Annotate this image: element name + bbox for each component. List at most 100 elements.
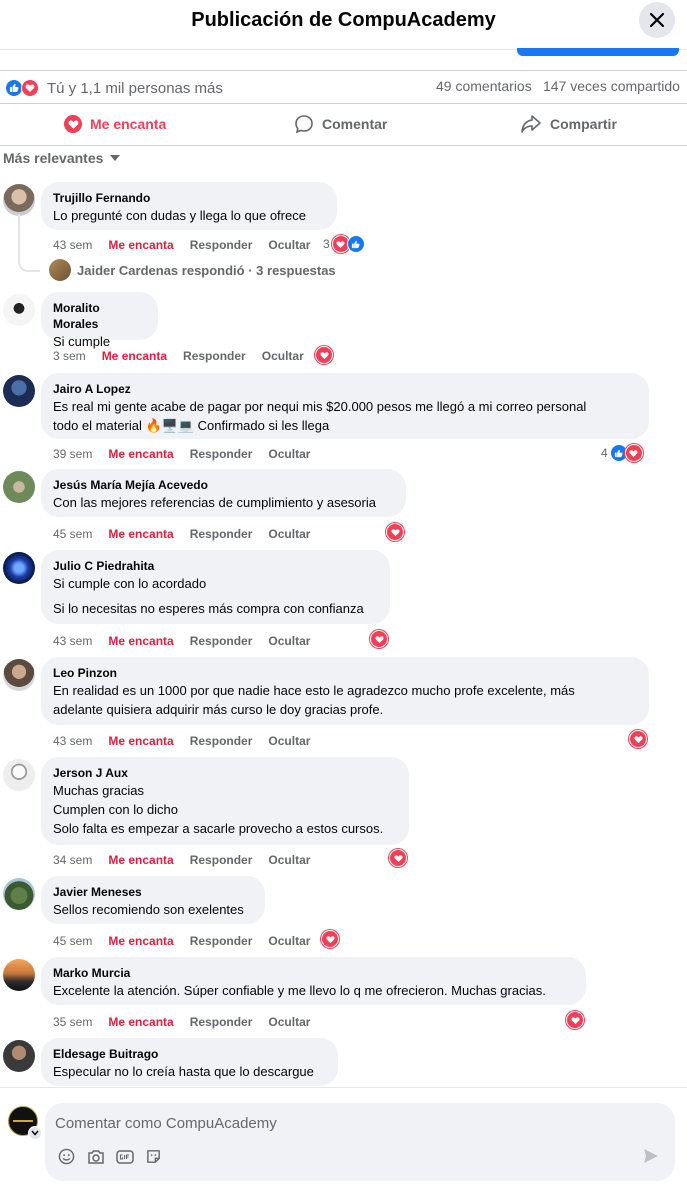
love-icon [389,849,407,867]
comment-hide-button[interactable]: Ocultar [268,527,310,541]
sticker-icon[interactable] [144,1147,163,1166]
avatar[interactable] [3,659,35,691]
comment-time[interactable]: 34 sem [53,853,92,867]
share-button[interactable]: Compartir [520,104,617,144]
avatar[interactable] [3,294,35,326]
comment-reactions[interactable] [386,523,404,541]
comment-hide-button[interactable]: Ocultar [268,853,310,867]
sort-dropdown[interactable]: Más relevantes [3,150,121,166]
comment-text: todo el material 🔥🖥️💻 Confirmado si les … [53,418,330,433]
comment-reactions[interactable]: 4 [601,444,643,462]
comments-count[interactable]: 49 comentarios [436,78,532,94]
comment-time[interactable]: 43 sem [53,634,92,648]
comment-love-button[interactable]: Me encanta [108,734,173,748]
shares-count[interactable]: 147 veces compartido [543,78,680,94]
comment-hide-button[interactable]: Ocultar [268,447,310,461]
close-button[interactable] [639,2,675,38]
post-header: Publicación de CompuAcademy [0,0,687,50]
love-icon [624,444,643,462]
comment-author[interactable]: Marko Murcia [53,965,574,981]
comment-meta: 34 sem Me encanta Responder Ocultar [53,853,310,867]
primary-button-edge[interactable] [517,48,679,56]
comment-author[interactable]: Julio C Piedrahita [53,558,378,574]
comment-author[interactable]: Jairo A Lopez [53,381,637,397]
comment-love-button[interactable]: Me encanta [108,934,173,948]
comment-time[interactable]: 45 sem [53,934,92,948]
emoji-icon[interactable] [57,1147,76,1166]
comment-reply-button[interactable]: Responder [190,853,253,867]
comment-time[interactable]: 43 sem [53,734,92,748]
comment-love-button[interactable]: Me encanta [108,1015,173,1029]
comment-reactions[interactable] [321,930,339,948]
comment-reply-button[interactable]: Responder [183,349,246,363]
profile-switch-button[interactable] [28,1126,42,1140]
comment-reactions[interactable] [370,630,388,648]
comment-reply-button[interactable]: Responder [190,238,253,252]
comment-button[interactable]: Comentar [294,104,687,144]
comment-reactions[interactable]: 3 [323,235,365,253]
avatar[interactable] [3,1040,35,1072]
comment-love-button[interactable]: Me encanta [108,447,173,461]
camera-icon[interactable] [86,1147,105,1166]
comment-hide-button[interactable]: Ocultar [268,238,310,252]
view-replies-link[interactable]: Jaider Cardenas respondió · 3 respuestas [49,259,336,281]
avatar[interactable] [3,759,35,791]
comment-time[interactable]: 35 sem [53,1015,92,1029]
comment-reactions[interactable] [629,730,647,748]
comment-love-button[interactable]: Me encanta [108,634,173,648]
comment-time[interactable]: 39 sem [53,447,92,461]
avatar[interactable] [3,959,35,991]
comment-input[interactable] [55,1111,655,1135]
comment-text: En realidad es un 1000 por que nadie hac… [53,683,575,698]
avatar[interactable] [3,471,35,503]
comment-reactions[interactable] [315,346,333,364]
comment-reply-button[interactable]: Responder [190,447,253,461]
avatar[interactable] [3,552,35,584]
comment-love-button[interactable]: Me encanta [102,349,167,363]
love-icon [370,630,388,648]
comment-love-button[interactable]: Me encanta [108,238,173,252]
comment-time[interactable]: 43 sem [53,238,92,252]
comment-hide-button[interactable]: Ocultar [268,934,310,948]
reaction-icons[interactable] [5,79,39,97]
comment-author[interactable]: Javier Meneses [53,884,253,900]
comment-text: Lo pregunté con dudas y llega lo que ofr… [53,208,306,223]
comment-reply-button[interactable]: Responder [190,934,253,948]
comment-text: Si cumple con lo acordado [53,576,207,591]
send-icon[interactable] [642,1147,662,1167]
comment-time[interactable]: 45 sem [53,527,92,541]
avatar[interactable] [3,878,35,910]
comment-author[interactable]: Jesús María Mejía Acevedo [53,477,394,493]
replies-text: Jaider Cardenas respondió · 3 respuestas [77,262,336,278]
comment-hide-button[interactable]: Ocultar [268,1015,310,1029]
avatar[interactable] [3,184,35,216]
comment-text: adelante quisiera adquirir más curso le … [53,702,384,717]
comment-meta: 43 sem Me encanta Responder Ocultar [53,238,310,252]
love-button[interactable]: Me encanta [64,104,166,144]
comment-reply-button[interactable]: Responder [190,634,253,648]
comment-reply-button[interactable]: Responder [190,1015,253,1029]
comment-hide-button[interactable]: Ocultar [262,349,304,363]
comment-reactions[interactable] [389,849,407,867]
comment-love-button[interactable]: Me encanta [108,853,173,867]
reaction-count: 3 [323,237,330,251]
comment-author[interactable]: Trujillo Fernando [53,190,325,206]
comment-reply-button[interactable]: Responder [190,734,253,748]
comment-author[interactable]: Eldesage Buitrago [53,1046,326,1062]
comment-author[interactable]: Jerson J Aux [53,765,397,781]
comment-love-button[interactable]: Me encanta [108,527,173,541]
comment-reply-button[interactable]: Responder [190,527,253,541]
avatar [49,259,71,281]
comment-author[interactable]: Moralito Morales [53,300,146,332]
comment-bubble: Julio C Piedrahita Si cumple con lo acor… [41,550,390,624]
avatar[interactable] [3,375,35,407]
reactors-text[interactable]: Tú y 1,1 mil personas más [47,80,223,97]
comment-author[interactable]: Leo Pinzon [53,665,637,681]
comment-hide-button[interactable]: Ocultar [268,634,310,648]
comment-hide-button[interactable]: Ocultar [268,734,310,748]
comment-bubble: Jairo A Lopez Es real mi gente acabe de … [41,373,649,439]
comment-time[interactable]: 3 sem [53,349,86,363]
gif-icon[interactable] [115,1147,134,1166]
comment-reactions[interactable] [566,1011,584,1029]
love-icon [386,523,404,541]
